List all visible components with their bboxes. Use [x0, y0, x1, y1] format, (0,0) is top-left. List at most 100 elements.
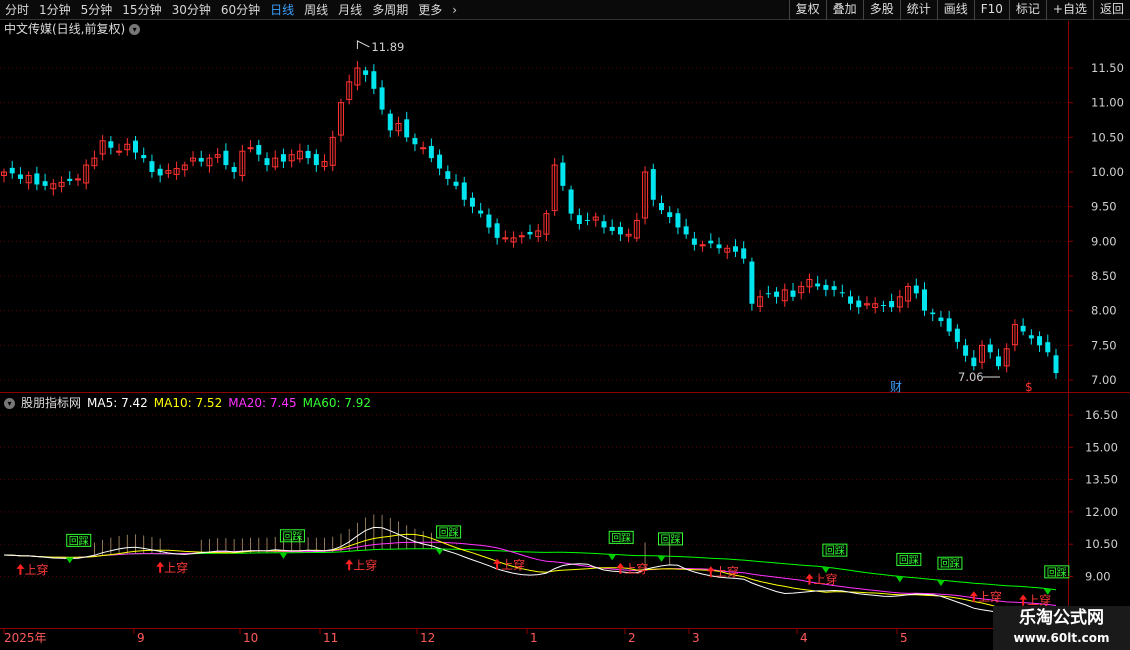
- indicator-tick-label: 12.00: [1085, 505, 1118, 519]
- finance-badge: 财: [890, 380, 902, 394]
- candle-body: [387, 113, 393, 131]
- candle-body: [420, 147, 427, 150]
- down-arrow-icon: [895, 576, 904, 583]
- candle-body: [716, 244, 722, 249]
- down-arrow-icon: [65, 557, 74, 564]
- price-tick-label: 7.00: [1091, 373, 1117, 387]
- signal-up-label: 上穿: [624, 561, 648, 576]
- signal-up-label: 上穿: [24, 562, 48, 577]
- candle-body: [971, 357, 977, 367]
- candle-body: [617, 226, 623, 235]
- candle-body: [609, 226, 615, 231]
- candle-body: [987, 344, 993, 353]
- candle-body: [659, 203, 664, 211]
- candle-body: [823, 284, 829, 290]
- price-tick-label: 10.50: [1091, 130, 1124, 144]
- candle-body: [231, 166, 237, 172]
- candle-body: [699, 244, 706, 247]
- candle-body: [856, 300, 862, 308]
- price-tick-label: 10.00: [1091, 165, 1124, 179]
- date-year-label: 2025年: [4, 631, 47, 645]
- candle-body: [478, 210, 484, 214]
- candle-body: [560, 162, 566, 186]
- candle-body: [765, 293, 771, 295]
- candle-body: [749, 261, 755, 304]
- candle-body: [683, 226, 689, 235]
- up-arrow-icon: [345, 559, 354, 571]
- date-month-label: 2: [628, 631, 636, 645]
- candle-body: [848, 296, 854, 304]
- watermark-logo: 乐淘公式网 www.60lt.com: [993, 606, 1130, 650]
- indicator-tick-label: 9.00: [1085, 570, 1111, 584]
- date-month-label: 12: [420, 631, 435, 645]
- candle-body: [116, 150, 123, 153]
- candle-body: [1045, 342, 1051, 353]
- candle-body: [223, 150, 229, 166]
- candle-body: [1053, 355, 1059, 374]
- high-marker-label: 11.89: [371, 40, 404, 54]
- indicator-tick-label: 15.00: [1085, 440, 1118, 454]
- candle-body: [938, 317, 944, 322]
- candle-body: [42, 181, 48, 186]
- signal-pullback-label: 回踩: [1047, 567, 1067, 579]
- price-tick-label: 11.50: [1091, 61, 1124, 75]
- signal-up-label: 上穿: [164, 560, 188, 575]
- up-arrow-icon: [805, 573, 814, 585]
- candle-body: [486, 214, 492, 228]
- candle-body: [946, 318, 952, 332]
- price-tick-label: 9.00: [1091, 234, 1117, 248]
- date-month-label: 5: [900, 631, 908, 645]
- date-month-label: 9: [137, 631, 145, 645]
- signal-pullback-label: 回踩: [69, 535, 89, 547]
- candle-body: [741, 248, 747, 259]
- candle-body: [585, 219, 591, 221]
- dollar-badge: $: [1025, 380, 1033, 394]
- price-tick-label: 7.50: [1091, 338, 1117, 352]
- down-arrow-icon: [608, 554, 617, 561]
- candle-body: [930, 312, 936, 315]
- candle-body: [74, 178, 81, 181]
- candle-body: [461, 182, 467, 200]
- candle-body: [880, 305, 886, 307]
- grid: [0, 21, 1130, 650]
- up-arrow-icon: [16, 563, 25, 575]
- candle-body: [149, 161, 155, 172]
- candle-body: [790, 290, 796, 297]
- down-arrow-icon: [936, 580, 945, 587]
- indicator-pane: 上穿 上穿 上穿 上穿 上穿 上穿上穿上穿 上穿回踩 回踩 回踩 回踩 回踩回踩回踩 回踩回踩: [3, 514, 1070, 614]
- price-tick-label: 9.50: [1091, 200, 1117, 214]
- up-arrow-icon: [1019, 594, 1028, 606]
- candle-body: [34, 173, 40, 185]
- candle-body: [502, 237, 509, 240]
- candle-body: [650, 169, 656, 200]
- candle-body: [494, 223, 500, 238]
- signal-up-label: 上穿: [715, 564, 739, 579]
- chart-canvas[interactable]: 上穿 上穿 上穿 上穿 上穿 上穿上穿上穿 上穿回踩 回踩 回踩 回踩 回踩回踩回踩 回踩回踩 11.…: [0, 0, 1130, 650]
- candle-body: [995, 356, 1001, 367]
- candle-body: [379, 87, 385, 110]
- signal-pullback-label: 回踩: [825, 545, 845, 557]
- candle-body: [1037, 336, 1043, 346]
- signal-pullback-label: 回踩: [282, 531, 302, 543]
- candle-body: [839, 292, 845, 294]
- signal-up-label: 上穿: [978, 589, 1002, 604]
- down-arrow-icon: [435, 548, 444, 555]
- candle-body: [691, 238, 697, 245]
- price-tick-label: 11.00: [1091, 96, 1124, 110]
- candle-body: [412, 138, 418, 145]
- candle-body: [133, 140, 138, 153]
- high-marker-arrow: [356, 40, 370, 49]
- candle-body: [247, 147, 254, 150]
- candle-body: [280, 154, 286, 162]
- signal-up-label: 上穿: [501, 557, 525, 572]
- candle-body: [469, 197, 475, 207]
- candle-body: [675, 213, 681, 228]
- candle-body: [404, 119, 410, 138]
- candle-body: [445, 171, 451, 179]
- candle-body: [141, 155, 147, 159]
- signal-up-label: 上穿: [353, 557, 377, 572]
- date-month-label: 3: [692, 631, 700, 645]
- candle-body: [198, 157, 204, 162]
- date-month-label: 1: [530, 631, 538, 645]
- candle-body: [108, 141, 114, 148]
